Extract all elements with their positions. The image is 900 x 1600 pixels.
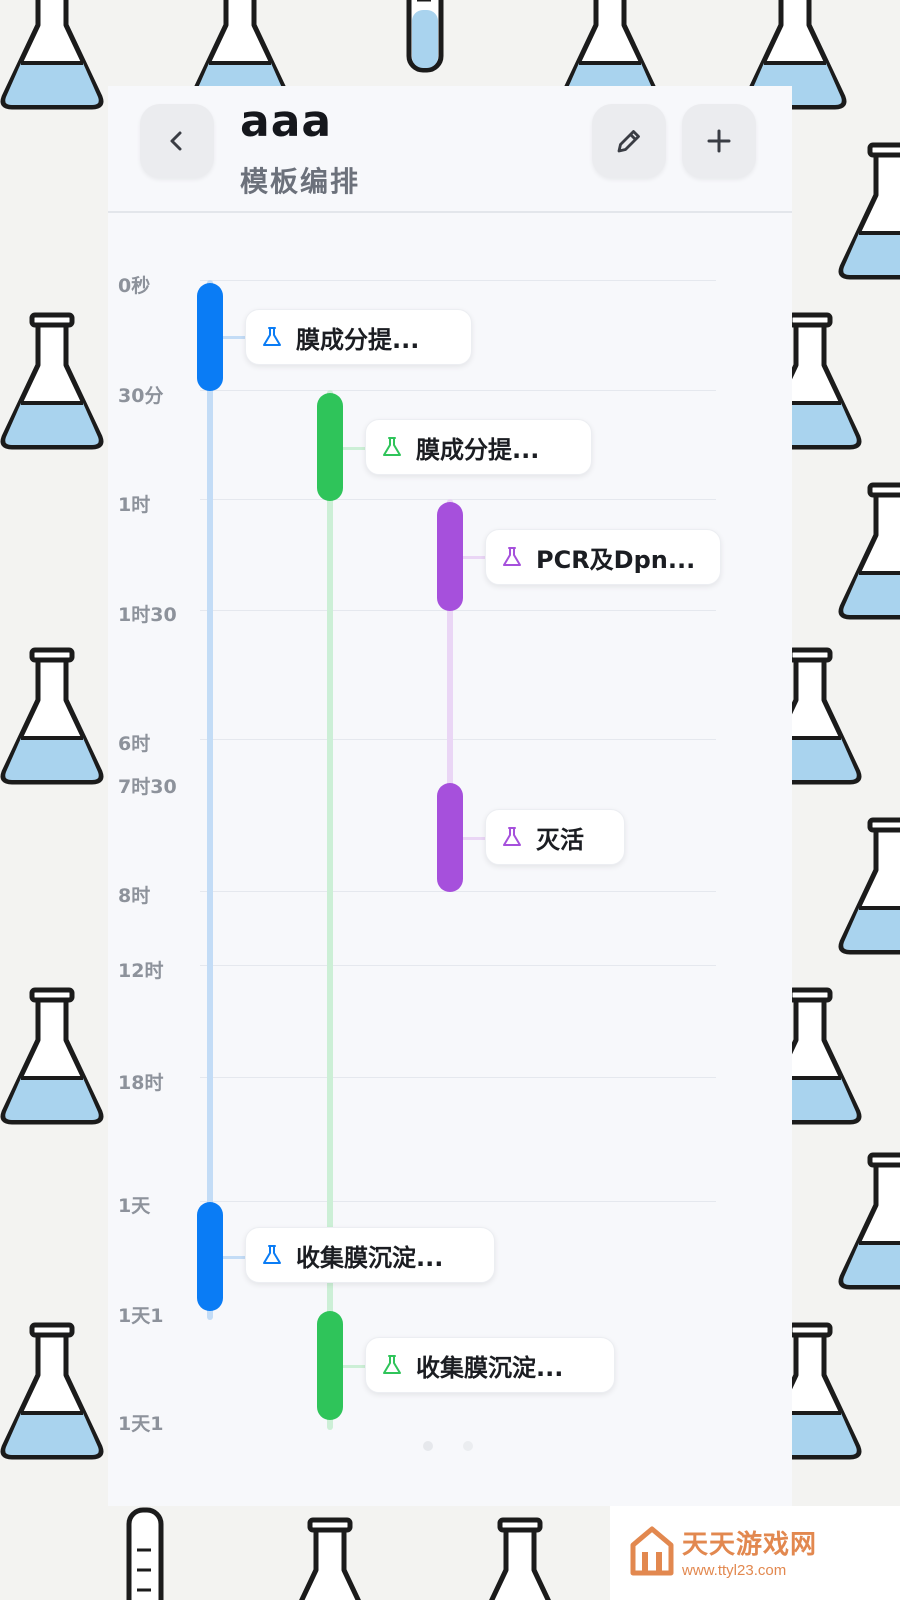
add-button[interactable] xyxy=(682,104,756,178)
edit-button[interactable] xyxy=(592,104,666,178)
step-bar-blue[interactable] xyxy=(197,283,223,391)
gridline xyxy=(200,499,716,500)
plus-icon xyxy=(707,129,731,153)
chevron-left-icon xyxy=(170,131,182,151)
lane-line-blue xyxy=(207,280,213,1320)
step-bar-blue[interactable] xyxy=(197,1202,223,1311)
step-card[interactable]: 灭活 xyxy=(485,809,625,865)
page-title: aaa xyxy=(240,96,333,147)
gridline xyxy=(200,1201,716,1202)
flask-icon xyxy=(263,327,281,346)
time-label: 1时 xyxy=(118,494,151,516)
pencil-icon xyxy=(617,130,640,153)
time-label: 1天1 xyxy=(118,1413,164,1435)
gridline xyxy=(200,965,716,966)
step-label: 膜成分提... xyxy=(416,435,540,464)
gridline xyxy=(200,280,716,281)
flask-icon xyxy=(383,1355,401,1374)
flask-icon xyxy=(503,547,521,566)
header-bar: aaa 模板编排 xyxy=(108,86,792,213)
time-label: 1天 xyxy=(118,1195,151,1217)
step-card[interactable]: 膜成分提... xyxy=(245,309,472,365)
step-label: 收集膜沉淀... xyxy=(416,1353,564,1382)
time-label: 8时 xyxy=(118,885,151,907)
time-label: 6时 xyxy=(118,733,151,755)
gridline xyxy=(200,610,716,611)
step-card[interactable]: PCR及Dpn... xyxy=(485,529,721,585)
time-label: 1时30 xyxy=(118,604,177,626)
step-bar-green[interactable] xyxy=(317,393,343,501)
schedule-timeline[interactable]: 0秒 30分 1时 1时30 6时 7时30 8时 12时 18时 1天 1天1… xyxy=(108,211,792,1506)
step-bar-purple[interactable] xyxy=(437,502,463,611)
back-button[interactable] xyxy=(140,104,214,178)
time-label: 1天1 xyxy=(118,1305,164,1327)
watermark-url: www.ttyl23.com xyxy=(682,1562,787,1579)
flask-icon xyxy=(383,437,401,456)
step-label: 膜成分提... xyxy=(296,325,420,354)
gridline xyxy=(200,891,716,892)
step-label: PCR及Dpn... xyxy=(536,545,696,574)
step-label: 灭活 xyxy=(536,825,584,854)
time-label: 7时30 xyxy=(118,776,177,798)
gridline xyxy=(200,1077,716,1078)
step-card[interactable]: 膜成分提... xyxy=(365,419,592,475)
time-label: 12时 xyxy=(118,960,164,982)
flask-icon xyxy=(263,1245,281,1264)
watermark-title: 天天游戏网 xyxy=(682,1530,818,1560)
gridline xyxy=(200,390,716,391)
step-card[interactable]: 收集膜沉淀... xyxy=(365,1337,615,1393)
template-editor-screen: aaa 模板编排 0秒 30分 1时 1时30 6时 7时30 8时 12时 1… xyxy=(108,86,792,1506)
gridline xyxy=(200,739,716,740)
house-logo-icon xyxy=(630,1526,674,1576)
step-bar-purple[interactable] xyxy=(437,783,463,892)
page-indicator xyxy=(423,1441,473,1451)
time-label: 30分 xyxy=(118,385,164,407)
step-card[interactable]: 收集膜沉淀... xyxy=(245,1227,495,1283)
time-label: 0秒 xyxy=(118,275,151,297)
step-bar-green[interactable] xyxy=(317,1311,343,1420)
time-label: 18时 xyxy=(118,1072,164,1094)
step-label: 收集膜沉淀... xyxy=(296,1243,444,1272)
site-watermark: 天天游戏网 www.ttyl23.com xyxy=(610,1506,900,1600)
flask-icon xyxy=(503,827,521,846)
page-subtitle: 模板编排 xyxy=(240,165,361,198)
